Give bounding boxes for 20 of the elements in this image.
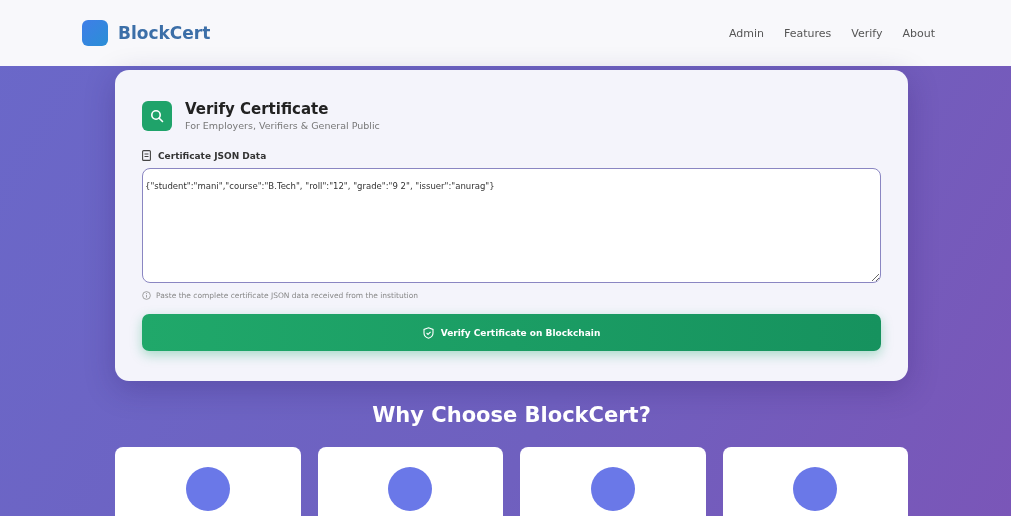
field-label: Certificate JSON Data [158, 150, 267, 161]
logo-icon [82, 20, 108, 46]
nav-link[interactable]: About [902, 26, 935, 40]
info-icon [142, 291, 151, 300]
card-subtitle: For Employers, Verifiers & General Public [185, 120, 380, 131]
feature-icon [388, 467, 433, 511]
feature-icon [793, 467, 838, 511]
brand-name[interactable]: BlockCert [118, 23, 211, 43]
search-icon [142, 100, 172, 131]
feature-icon [590, 467, 635, 511]
shield-check-icon [422, 326, 434, 339]
verify-button[interactable]: Verify Certificate on Blockchain [142, 314, 881, 351]
nav-link[interactable]: Features [783, 26, 832, 40]
nav-link[interactable]: Verify [851, 26, 883, 40]
section-heading: Why Choose BlockCert? [371, 403, 652, 427]
document-icon [142, 150, 151, 161]
feature-icon [185, 467, 230, 511]
nav-link[interactable]: Admin [728, 26, 764, 40]
card-title: Verify Certificate [185, 100, 330, 118]
json-input-field[interactable]: {"student":"mani","course":"B.Tech", "roll":"12", "grade":"9 2", "issuer":"anurag"} [142, 168, 881, 283]
